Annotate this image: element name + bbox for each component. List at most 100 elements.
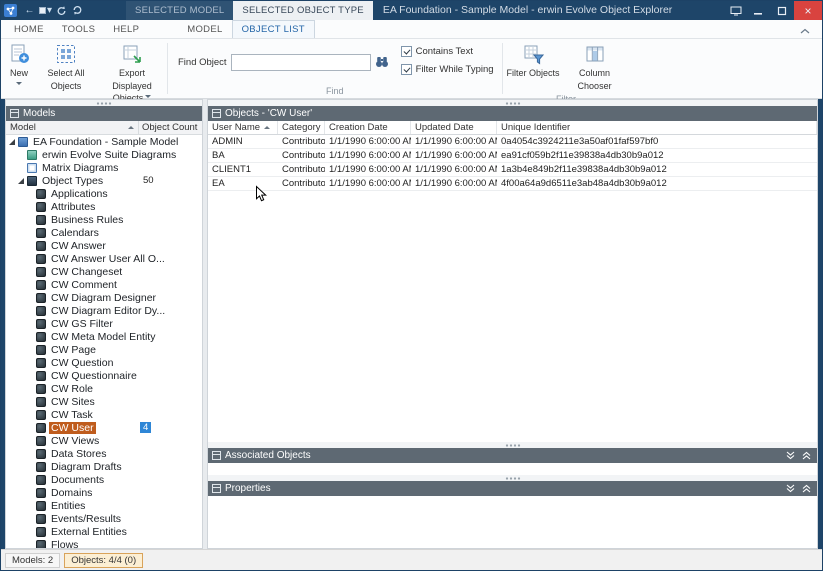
column-header-user-name[interactable]: User Name — [208, 121, 278, 134]
cell-updated-date: 1/1/1990 6:00:00 AM — [411, 177, 497, 190]
tree-item[interactable]: Object Types 50 — [6, 174, 202, 187]
tree-item[interactable]: CW Role — [6, 382, 202, 395]
group-caption-find: Find — [170, 85, 500, 98]
tree-item-icon — [36, 410, 46, 420]
tree-item[interactable]: Applications — [6, 187, 202, 200]
chevrons-down-icon[interactable] — [786, 451, 795, 460]
tree-item[interactable]: Entities — [6, 499, 202, 512]
contextual-tab-selected-object-type[interactable]: SELECTED OBJECT TYPE — [233, 1, 372, 20]
tree-item-icon — [36, 358, 46, 368]
tree-item[interactable]: CW User 4 — [6, 421, 202, 434]
cell-unique-identifier: 1a3b4e849b2f11e39838a4db30b9a012 — [497, 163, 817, 176]
object-count-column-header[interactable]: Object Count — [139, 121, 202, 134]
tree-item-label: Domains — [49, 487, 94, 499]
column-header-updated-date[interactable]: Updated Date — [411, 121, 497, 134]
expand-icon[interactable] — [18, 178, 27, 184]
object-row[interactable]: CLIENT1 Contributor 1/1/1990 6:00:00 AM … — [208, 163, 817, 177]
tree-item-count: 50 — [140, 175, 157, 186]
column-header-unique-identifier[interactable]: Unique Identifier — [497, 121, 817, 134]
column-header-category[interactable]: Category — [278, 121, 325, 134]
object-row[interactable]: EA Contributor 1/1/1990 6:00:00 AM 1/1/1… — [208, 177, 817, 191]
tree-item[interactable]: Calendars — [6, 226, 202, 239]
filter-objects-button[interactable]: Filter Objects — [505, 41, 562, 81]
tree-item-label: Business Rules — [49, 214, 125, 226]
chevrons-up-icon[interactable] — [802, 451, 811, 460]
tree-item-count: 4 — [140, 422, 151, 433]
tree-item-label: CW Question — [49, 357, 115, 369]
filter-while-typing-checkbox[interactable]: Filter While Typing — [401, 64, 494, 75]
object-row[interactable]: ADMIN Contributor 1/1/1990 6:00:00 AM 1/… — [208, 135, 817, 149]
tree-item-icon — [36, 306, 46, 316]
tree-item[interactable]: Documents — [6, 473, 202, 486]
minimize-button[interactable] — [746, 1, 770, 20]
ribbon-group-objects: New Select All Objects Export Displayed … — [5, 39, 165, 98]
status-models: Models: 2 — [5, 553, 60, 568]
tree-item-icon — [18, 137, 28, 147]
associated-objects-header: Associated Objects — [208, 448, 817, 463]
tree-item[interactable]: External Entities — [6, 525, 202, 538]
tree-item-icon — [36, 202, 46, 212]
associated-objects-content — [208, 463, 817, 475]
tree-item[interactable]: erwin Evolve Suite Diagrams — [6, 148, 202, 161]
app-icon[interactable] — [1, 1, 19, 20]
tree-item[interactable]: CW Question — [6, 356, 202, 369]
tree-item-icon — [36, 254, 46, 264]
tree-item[interactable]: CW Diagram Editor Dy... — [6, 304, 202, 317]
expand-icon[interactable] — [9, 139, 18, 145]
model-column-header[interactable]: Model — [6, 121, 139, 134]
back-icon[interactable]: ← — [23, 3, 36, 18]
tree-item[interactable]: CW Changeset — [6, 265, 202, 278]
chevrons-up-icon[interactable] — [802, 484, 811, 493]
tree-item[interactable]: Data Stores — [6, 447, 202, 460]
new-item-dropdown-icon[interactable]: ▾ — [39, 3, 52, 18]
tree-item[interactable]: Diagram Drafts — [6, 460, 202, 473]
quick-access-toolbar: ← ▾ — [19, 1, 88, 20]
ribbon-tab[interactable]: HELP — [104, 21, 148, 38]
ribbon-tab[interactable]: OBJECT LIST — [232, 20, 315, 38]
binoculars-icon[interactable] — [375, 56, 389, 68]
cell-updated-date: 1/1/1990 6:00:00 AM — [411, 135, 497, 148]
ribbon-tab[interactable]: TOOLS — [53, 21, 105, 38]
filter-while-typing-label: Filter While Typing — [416, 64, 494, 75]
tree-item-icon — [36, 189, 46, 199]
tree-item[interactable]: Domains — [6, 486, 202, 499]
tree-item[interactable]: CW Answer — [6, 239, 202, 252]
tree-item[interactable]: CW GS Filter — [6, 317, 202, 330]
column-chooser-button[interactable]: Column Chooser — [562, 41, 628, 93]
contextual-tab-selected-model[interactable]: SELECTED MODEL — [126, 1, 233, 20]
tree-item[interactable]: CW Questionnaire — [6, 369, 202, 382]
contains-text-checkbox[interactable]: Contains Text — [401, 46, 494, 57]
tree-item[interactable]: CW Answer User All O... — [6, 252, 202, 265]
close-button[interactable]: × — [794, 1, 822, 20]
ribbon-tab[interactable]: MODEL — [178, 21, 231, 38]
chevrons-down-icon[interactable] — [786, 484, 795, 493]
tree-item-icon — [27, 150, 37, 160]
tree-item[interactable]: CW Comment — [6, 278, 202, 291]
collapse-ribbon-icon[interactable] — [796, 28, 814, 38]
tree-item[interactable]: Business Rules — [6, 213, 202, 226]
tree-item[interactable]: Matrix Diagrams — [6, 161, 202, 174]
maximize-button[interactable] — [770, 1, 794, 20]
sync-icon[interactable] — [71, 3, 84, 18]
tree-item[interactable]: CW Task — [6, 408, 202, 421]
tree-item[interactable]: Attributes — [6, 200, 202, 213]
object-explorer-window: ← ▾ SELECTED MODEL SELECTED OBJECT TYPE … — [0, 0, 823, 571]
tree-item[interactable]: EA Foundation - Sample Model — [6, 135, 202, 148]
associated-objects-icon — [212, 451, 221, 460]
tree-item[interactable]: CW Diagram Designer — [6, 291, 202, 304]
export-displayed-objects-button[interactable]: Export Displayed Objects — [99, 41, 165, 106]
find-object-input[interactable] — [231, 54, 371, 71]
tree-item[interactable]: CW Meta Model Entity — [6, 330, 202, 343]
tree-item[interactable]: CW Views — [6, 434, 202, 447]
tree-item[interactable]: CW Sites — [6, 395, 202, 408]
refresh-icon[interactable] — [55, 3, 68, 18]
window-style-icon[interactable] — [726, 1, 746, 20]
tree-item[interactable]: Flows — [6, 538, 202, 548]
select-all-objects-button[interactable]: Select All Objects — [33, 41, 99, 93]
tree-item[interactable]: CW Page — [6, 343, 202, 356]
new-button[interactable]: New — [5, 41, 33, 89]
object-row[interactable]: BA Contributor 1/1/1990 6:00:00 AM 1/1/1… — [208, 149, 817, 163]
ribbon-tab[interactable]: HOME — [5, 21, 53, 38]
column-header-creation-date[interactable]: Creation Date — [325, 121, 411, 134]
tree-item[interactable]: Events/Results — [6, 512, 202, 525]
